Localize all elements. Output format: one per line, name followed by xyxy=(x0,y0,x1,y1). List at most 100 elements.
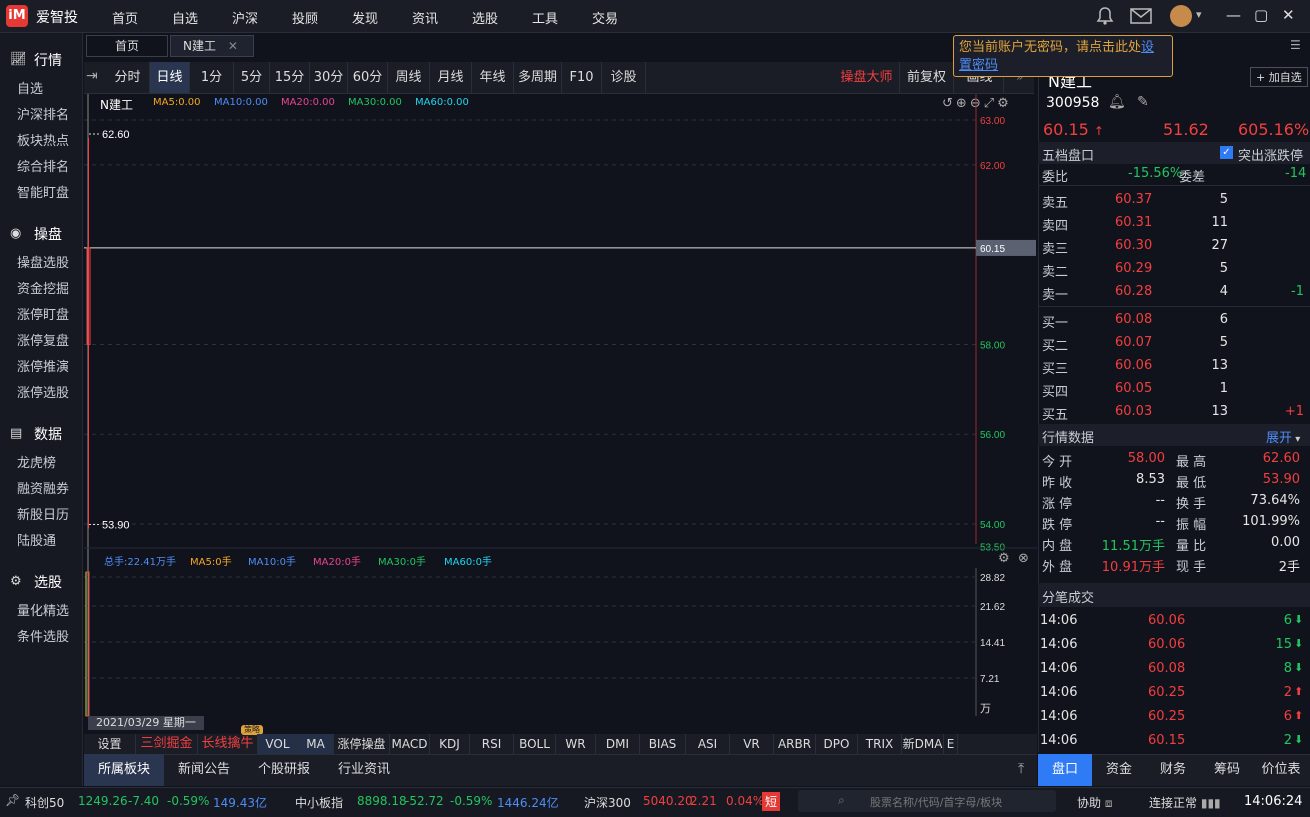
topnav-item[interactable]: 资讯 xyxy=(412,8,438,27)
right-tab-3[interactable]: 筹码 xyxy=(1200,754,1254,786)
period-12[interactable]: 诊股 xyxy=(602,62,646,93)
assist-button[interactable]: 协助 ⧈ xyxy=(1077,794,1112,811)
sidebar-item[interactable]: 融资融券 xyxy=(17,478,69,497)
bell-icon[interactable] xyxy=(1096,6,1114,26)
sidebar-item[interactable]: 自选 xyxy=(17,78,43,97)
sidebar-item[interactable]: 量化精选 xyxy=(17,600,69,619)
period-7[interactable]: 周线 xyxy=(388,62,430,93)
indicator-5[interactable]: 涨停操盘 xyxy=(334,734,390,754)
sidebar-item[interactable]: 涨停推演 xyxy=(17,356,69,375)
topnav-item[interactable]: 工具 xyxy=(532,8,558,27)
sidebar-item[interactable]: 沪深排名 xyxy=(17,104,69,123)
indicator-18[interactable]: 新DMA xyxy=(902,734,944,754)
collapse-icon[interactable]: ⇥ xyxy=(86,68,98,84)
tab-menu-icon[interactable]: ☰ xyxy=(1290,38,1301,52)
period-5[interactable]: 30分 xyxy=(310,62,348,93)
period-2[interactable]: 1分 xyxy=(190,62,234,93)
indicator-10[interactable]: WR xyxy=(556,734,596,754)
sidebar-item[interactable]: 综合排名 xyxy=(17,156,69,175)
bottom-tab-2[interactable]: 个股研报 xyxy=(244,754,324,786)
sidebar-item[interactable]: 板块热点 xyxy=(17,130,69,149)
bottom-tab-3[interactable]: 行业资讯 xyxy=(324,754,404,786)
period-10[interactable]: 多周期 xyxy=(514,62,562,93)
topnav-item[interactable]: 投顾 xyxy=(292,8,318,27)
right-tab-1[interactable]: 资金 xyxy=(1092,754,1146,786)
indicator-14[interactable]: VR xyxy=(730,734,774,754)
tab-stock[interactable]: N建工 ✕ xyxy=(170,35,254,57)
search-input[interactable]: ⌕ 股票名称/代码/首字母/板块 xyxy=(798,790,1056,812)
period-3[interactable]: 5分 xyxy=(234,62,270,93)
indicator-0[interactable]: 设置 xyxy=(84,734,136,754)
sidebar-item[interactable]: 涨停盯盘 xyxy=(17,304,69,323)
period-11[interactable]: F10 xyxy=(562,62,602,93)
expand-link[interactable]: 展开 ▾ xyxy=(1266,427,1300,446)
indicator-8[interactable]: RSI xyxy=(470,734,514,754)
pin-icon[interactable]: 📌︎ xyxy=(5,793,20,807)
indicator-6[interactable]: MACD xyxy=(390,734,430,754)
right-tab-4[interactable]: 价位表 xyxy=(1254,754,1308,786)
sidebar-item[interactable]: 龙虎榜 xyxy=(17,452,56,471)
maximize-icon[interactable]: ▢ xyxy=(1254,6,1268,24)
period-9[interactable]: 年线 xyxy=(472,62,514,93)
period-8[interactable]: 月线 xyxy=(430,62,472,93)
topnav-item[interactable]: 选股 xyxy=(472,8,498,27)
indicator-2[interactable]: 长线擒牛 xyxy=(198,734,258,754)
sidebar-item[interactable]: 涨停复盘 xyxy=(17,330,69,349)
idx2-name[interactable]: 中小板指 xyxy=(295,794,343,811)
tab-close-icon[interactable]: ✕ xyxy=(228,39,238,53)
sidebar-item[interactable]: 条件选股 xyxy=(17,626,69,645)
indicator-11[interactable]: DMI xyxy=(596,734,640,754)
tab-home[interactable]: 首页 xyxy=(86,35,168,57)
period-0[interactable]: 分时 xyxy=(106,62,150,93)
sidebar-item[interactable]: 新股日历 xyxy=(17,504,69,523)
sidebar-item[interactable]: 涨停选股 xyxy=(17,382,69,401)
topnav-item[interactable]: 发现 xyxy=(352,8,378,27)
topnav-item[interactable]: 交易 xyxy=(592,8,618,27)
sidebar-item[interactable]: 操盘选股 xyxy=(17,252,69,271)
indicator-7[interactable]: KDJ xyxy=(430,734,470,754)
indicator-9[interactable]: BOLL xyxy=(514,734,556,754)
add-watchlist-button[interactable]: + 加自选 xyxy=(1250,67,1308,87)
indicator-16[interactable]: DPO xyxy=(816,734,858,754)
minimize-icon[interactable]: — xyxy=(1226,6,1241,24)
period-1[interactable]: 日线 xyxy=(150,62,190,93)
alert-bell-icon[interactable]: 🔔︎ xyxy=(1108,94,1126,110)
note-icon[interactable]: ✎ xyxy=(1137,94,1149,110)
indicator-19[interactable]: E xyxy=(944,734,958,754)
right-tab-2[interactable]: 财务 xyxy=(1146,754,1200,786)
period-4[interactable]: 15分 xyxy=(270,62,310,93)
idx1-name[interactable]: 科创50 xyxy=(25,794,64,811)
indicator-3[interactable]: VOL xyxy=(258,734,298,754)
topnav-item[interactable]: 沪深 xyxy=(232,8,258,27)
indicator-12[interactable]: BIAS xyxy=(640,734,686,754)
indicator-1[interactable]: 三剑掘金 xyxy=(136,734,198,754)
mail-icon[interactable] xyxy=(1130,8,1152,24)
vol-gear-icon[interactable]: ⚙ xyxy=(998,551,1010,566)
bottom-tab-0[interactable]: 所属板块 xyxy=(84,754,164,786)
avatar[interactable] xyxy=(1170,5,1192,27)
topnav-item[interactable]: 首页 xyxy=(112,8,138,27)
sidebar-item[interactable]: 资金挖掘 xyxy=(17,278,69,297)
indicator-17[interactable]: TRIX xyxy=(858,734,902,754)
master-button[interactable]: 操盘大师 xyxy=(834,62,900,93)
avatar-dropdown-icon[interactable]: ▾ xyxy=(1196,8,1202,21)
sidebar-item[interactable]: 陆股通 xyxy=(17,530,56,549)
highlight-checkbox[interactable]: ✓ xyxy=(1220,146,1233,159)
indicator-13[interactable]: ASI xyxy=(686,734,730,754)
right-tab-0[interactable]: 盘口 xyxy=(1038,754,1092,786)
period-6[interactable]: 60分 xyxy=(348,62,388,93)
topnav-item[interactable]: 自选 xyxy=(172,8,198,27)
indicator-15[interactable]: ARBR xyxy=(774,734,816,754)
vol-close-icon[interactable]: ⊗ xyxy=(1018,551,1029,566)
idx3-name[interactable]: 沪深300 xyxy=(584,794,631,811)
password-tooltip[interactable]: 您当前账户无密码，请点击此处设置密码 xyxy=(953,35,1173,77)
sidebar-item[interactable]: 智能盯盘 xyxy=(17,182,69,201)
bottom-tab-1[interactable]: 新闻公告 xyxy=(164,754,244,786)
bid-price: 60.06 xyxy=(1115,358,1153,373)
kline-chart[interactable]: 63.0062.0058.0056.0054.0053.5060.1562.60… xyxy=(84,94,1037,734)
indicator-4[interactable]: MA xyxy=(298,734,334,754)
close-icon[interactable]: ✕ xyxy=(1282,6,1295,24)
short-badge[interactable]: 短 xyxy=(762,792,781,811)
collapse-up-icon[interactable]: ⤒ xyxy=(1018,761,1024,777)
adjust-button[interactable]: 前复权 xyxy=(900,62,954,93)
